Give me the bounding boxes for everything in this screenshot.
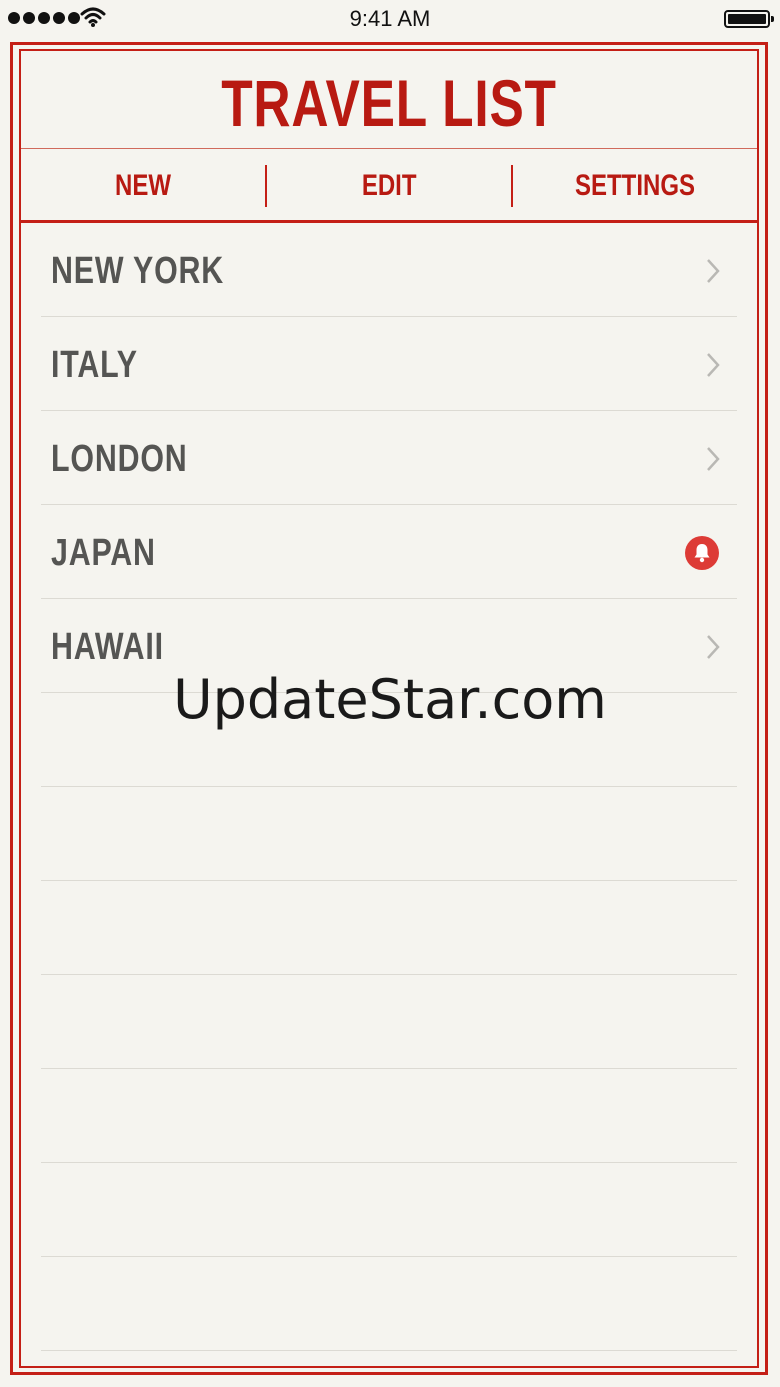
bell-icon[interactable]	[685, 536, 719, 570]
list-item-label: HAWAII	[51, 626, 164, 668]
empty-row	[41, 1257, 737, 1351]
status-bar: 9:41 AM	[0, 0, 780, 40]
settings-button[interactable]: SETTINGS	[513, 169, 757, 203]
list-item-label: ITALY	[51, 344, 138, 386]
list-item[interactable]: JAPAN	[41, 505, 737, 599]
empty-row	[41, 975, 737, 1069]
new-button[interactable]: NEW	[21, 169, 265, 203]
settings-button-label: SETTINGS	[574, 169, 695, 202]
list-item-label: LONDON	[51, 438, 188, 480]
toolbar: NEW EDIT SETTINGS	[21, 149, 757, 223]
bell-glyph	[694, 544, 710, 563]
edit-button[interactable]: EDIT	[267, 169, 511, 203]
status-time: 9:41 AM	[349, 6, 431, 31]
chevron-right-icon	[707, 353, 720, 377]
list-item-label: NEW YORK	[51, 250, 225, 292]
new-button-label: NEW	[115, 169, 171, 202]
empty-row	[41, 1163, 737, 1257]
empty-row	[41, 787, 737, 881]
edit-button-label: EDIT	[361, 169, 417, 202]
list-item[interactable]: ITALY	[41, 317, 737, 411]
list-item[interactable]: NEW YORK	[41, 223, 737, 317]
page-title: TRAVEL LIST	[221, 66, 557, 140]
watermark: UpdateStar.com	[173, 668, 607, 731]
chevron-right-icon	[707, 447, 720, 471]
list-item-label: JAPAN	[51, 532, 156, 574]
chevron-right-icon	[707, 259, 720, 283]
travel-list: NEW YORK ITALY LONDON JAPAN HAWAII	[41, 223, 737, 1351]
empty-row	[41, 881, 737, 975]
chevron-right-icon	[707, 635, 720, 659]
battery-icon	[724, 10, 774, 28]
list-item[interactable]: LONDON	[41, 411, 737, 505]
empty-row	[41, 1069, 737, 1163]
